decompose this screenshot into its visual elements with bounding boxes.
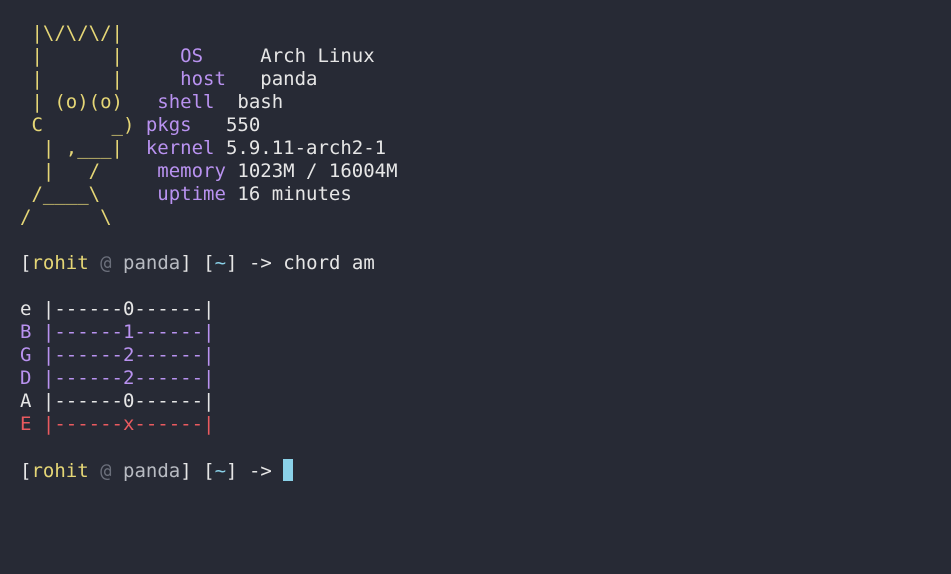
terminal-window[interactable]: |\/\/\/| | | OS Arch Linux | | host pand… <box>0 0 951 574</box>
prompt-host: panda <box>123 252 181 274</box>
prompt-host: panda <box>123 460 181 482</box>
chord-row-E: E |------x------| <box>20 413 215 435</box>
chord-row-e: e |------0------| <box>20 298 215 320</box>
chord-row-G: G |------2------| <box>20 344 215 366</box>
sysinfo-row-uptime: /____\ uptime 16 minutes <box>20 183 352 205</box>
sysinfo-value: 550 <box>225 114 261 136</box>
prompt-arrow: -> <box>248 460 272 482</box>
sysinfo-label: kernel <box>145 137 215 159</box>
sysinfo-row-pkgs: C _) pkgs 550 <box>20 114 261 136</box>
sysinfo-value: 16 minutes <box>237 183 352 205</box>
sysinfo-row-shell: | (o)(o) shell bash <box>20 91 284 113</box>
sysinfo-row-host: | | host panda <box>20 68 318 90</box>
prompt-arrow: -> <box>248 252 272 274</box>
sysinfo-label: pkgs <box>145 114 192 136</box>
command-text: chord am <box>283 252 375 274</box>
sysinfo-value: bash <box>237 91 284 113</box>
sysinfo-label: shell <box>157 91 215 113</box>
sysinfo-value: 5.9.11-arch2-1 <box>225 137 387 159</box>
prompt-dir: ~ <box>214 460 227 482</box>
sysinfo-row-memory: | / memory 1023M / 16004M <box>20 160 398 182</box>
chord-row-B: B |------1------| <box>20 321 215 343</box>
sysinfo-value: Arch Linux <box>260 45 375 67</box>
chord-row-D: D |------2------| <box>20 367 215 389</box>
art-line-0: |\/\/\/| <box>20 22 123 44</box>
sysinfo-row-os: | | OS Arch Linux <box>20 45 375 67</box>
prompt-line-active[interactable]: [rohit @ panda] [~] -> <box>20 459 951 482</box>
sysinfo-value: panda <box>260 68 318 90</box>
sysinfo-row-kernel: | ,___| kernel 5.9.11-arch2-1 <box>20 137 387 159</box>
prompt-line: [rohit @ panda] [~] -> chord am <box>20 252 375 274</box>
prompt-at: @ <box>100 252 112 274</box>
sysinfo-label: memory <box>157 160 226 182</box>
chord-row-A: A |------0------| <box>20 390 215 412</box>
text-cursor[interactable] <box>283 459 294 481</box>
sysinfo-label: host <box>180 68 226 90</box>
prompt-dir: ~ <box>214 252 227 274</box>
prompt-user: rohit <box>31 252 89 274</box>
prompt-at: @ <box>100 460 112 482</box>
sysinfo-label: uptime <box>157 183 226 205</box>
prompt-user: rohit <box>31 460 89 482</box>
sysinfo-label: OS <box>180 45 204 67</box>
sysinfo-value: 1023M / 16004M <box>237 160 398 182</box>
art-line-8: / \ <box>20 206 112 228</box>
